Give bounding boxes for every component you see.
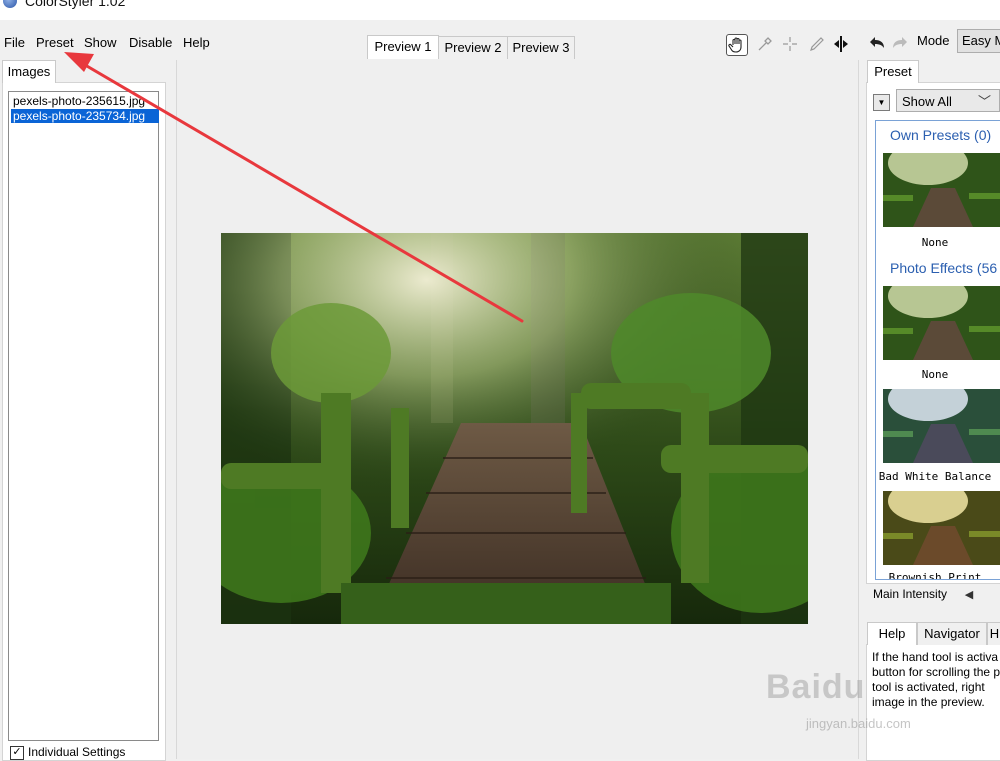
menu-file[interactable]: File: [4, 35, 25, 50]
tab-preview-3[interactable]: Preview 3: [507, 36, 575, 59]
tab-help[interactable]: Help: [867, 622, 917, 645]
list-item[interactable]: pexels-photo-235734.jpg: [11, 109, 159, 123]
preset-label: Brownish Print: [888, 571, 982, 580]
mode-select[interactable]: Easy M: [957, 29, 1000, 53]
tab-preview-1[interactable]: Preview 1: [367, 35, 439, 59]
preset-thumbnail[interactable]: [883, 389, 1000, 463]
preset-filter-value: Show All: [902, 94, 952, 109]
title-bar: ColorStyler 1.02: [0, 0, 1000, 20]
menu-preset[interactable]: Preset: [36, 35, 74, 50]
redo-icon[interactable]: [891, 33, 909, 51]
mode-label: Mode: [917, 33, 950, 48]
tab-images[interactable]: Images: [2, 60, 56, 83]
preset-thumbnail[interactable]: [883, 153, 1000, 227]
preset-label: None: [921, 236, 949, 249]
chevron-left-icon[interactable]: ◀: [961, 587, 977, 603]
window-title: ColorStyler 1.02: [25, 0, 126, 9]
filter-menu-button[interactable]: ▼: [873, 94, 890, 111]
individual-settings-checkbox[interactable]: ✓: [10, 746, 24, 760]
file-list[interactable]: pexels-photo-235615.jpg pexels-photo-235…: [8, 91, 159, 741]
section-own-presets: Own Presets (0): [890, 127, 992, 143]
preset-thumbnail[interactable]: [883, 491, 1000, 565]
watermark-url: jingyan.baidu.com: [806, 716, 911, 731]
section-photo-effects: Photo Effects (56: [890, 260, 998, 276]
help-text: If the hand tool is activa button for sc…: [872, 650, 1000, 709]
menu-help[interactable]: Help: [183, 35, 210, 50]
preset-label: Bad White Balance: [878, 470, 992, 483]
main-intensity-label: Main Intensity: [873, 587, 948, 601]
menu-disable[interactable]: Disable: [129, 35, 172, 50]
brush-icon[interactable]: [806, 34, 828, 54]
undo-icon[interactable]: [868, 33, 886, 51]
tab-preset[interactable]: Preset: [867, 60, 919, 83]
split-view-icon[interactable]: [830, 34, 852, 54]
preview-image[interactable]: [221, 233, 808, 624]
individual-settings-label: Individual Settings: [28, 745, 126, 759]
watermark-logo: Baidu: [766, 668, 866, 706]
tab-history[interactable]: H: [987, 622, 1000, 645]
preset-list[interactable]: Own Presets (0) None Photo Effects (56 N…: [875, 120, 1000, 580]
crosshair-icon[interactable]: [779, 34, 801, 54]
preset-thumbnail[interactable]: [883, 286, 1000, 360]
hand-icon[interactable]: [726, 34, 748, 56]
preset-filter-select[interactable]: Show All ﹀: [896, 89, 1000, 112]
menu-show[interactable]: Show: [84, 35, 117, 50]
chevron-down-icon: ﹀: [977, 94, 991, 109]
eyedropper-icon[interactable]: [754, 34, 776, 54]
tab-navigator[interactable]: Navigator: [917, 622, 987, 645]
preset-label: None: [921, 368, 949, 381]
app-icon: [3, 0, 17, 8]
tab-preview-2[interactable]: Preview 2: [438, 36, 508, 59]
list-item[interactable]: pexels-photo-235615.jpg: [11, 94, 159, 108]
